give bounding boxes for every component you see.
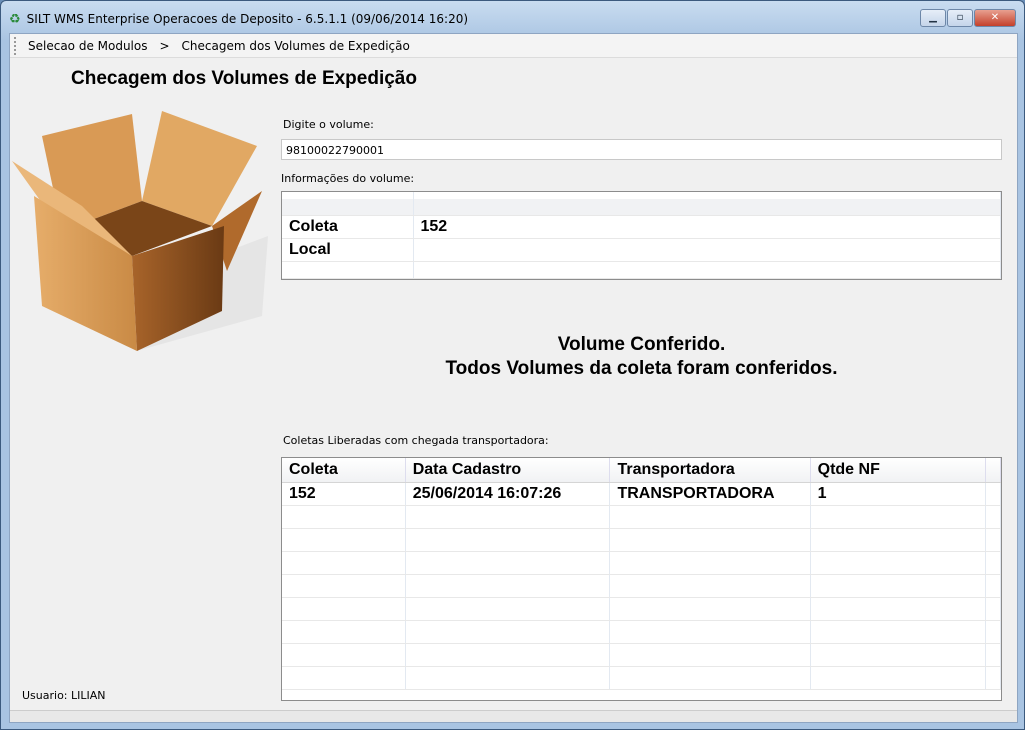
cell-transportadora: TRANSPORTADORA: [609, 482, 811, 506]
empty-row: [282, 528, 1001, 552]
empty-row: [282, 551, 1001, 575]
message-line-2: Todos Volumes da coleta foram conferidos…: [445, 358, 838, 379]
toolbar-grip[interactable]: [14, 37, 16, 55]
empty-row: [282, 620, 1001, 644]
empty-row: [282, 505, 1001, 529]
cell-data-cadastro: 25/06/2014 16:07:26: [405, 482, 611, 506]
info-key: Coleta: [282, 215, 414, 239]
info-value: 152: [413, 215, 1001, 239]
breadcrumb: Selecao de Modulos > Checagem dos Volume…: [10, 34, 1017, 58]
info-row-coleta[interactable]: Coleta 152: [282, 215, 1001, 239]
cell-qtde-nf: 1: [810, 482, 987, 506]
app-icon: ♻: [9, 11, 21, 27]
client-area: Selecao de Modulos > Checagem dos Volume…: [9, 33, 1018, 723]
column-header-transportadora[interactable]: Transportadora: [609, 458, 811, 483]
page-title: Checagem dos Volumes de Expedição: [71, 68, 417, 89]
breadcrumb-separator: >: [159, 38, 170, 53]
column-header-coleta[interactable]: Coleta: [282, 458, 406, 483]
app-window: ♻ SILT WMS Enterprise Operacoes de Depos…: [0, 0, 1025, 730]
volume-input[interactable]: 98100022790001: [281, 139, 1002, 160]
breadcrumb-item-modulos[interactable]: Selecao de Modulos: [28, 39, 147, 53]
info-grid[interactable]: Coleta 152 Local: [281, 191, 1002, 280]
empty-row: [282, 643, 1001, 667]
title-bar: ♻ SILT WMS Enterprise Operacoes de Depos…: [9, 7, 909, 31]
cell-coleta: 152: [282, 482, 406, 506]
coletas-grid[interactable]: Coleta Data Cadastro Transportadora Qtde…: [281, 457, 1002, 701]
message-line-1: Volume Conferido.: [557, 334, 726, 355]
maximize-button[interactable]: ▫: [947, 9, 973, 27]
empty-row: [282, 597, 1001, 621]
empty-row: [282, 666, 1001, 690]
table-row[interactable]: 152 25/06/2014 16:07:26 TRANSPORTADORA 1: [282, 482, 1001, 506]
empty-row: [282, 574, 1001, 598]
coletas-label: Coletas Liberadas com chegada transporta…: [283, 434, 549, 447]
horizontal-scrollbar[interactable]: [10, 710, 1017, 722]
breadcrumb-item-current: Checagem dos Volumes de Expedição: [181, 38, 410, 53]
info-key: Local: [282, 238, 414, 262]
box-icon: [12, 111, 268, 351]
minimize-button[interactable]: ▁: [920, 9, 946, 27]
column-header-data-cadastro[interactable]: Data Cadastro: [405, 458, 611, 483]
close-button[interactable]: ✕: [974, 9, 1016, 27]
user-label: Usuario: LILIAN: [22, 689, 106, 702]
info-value: [413, 238, 1001, 262]
window-title: SILT WMS Enterprise Operacoes de Deposit…: [26, 12, 469, 26]
info-row-local[interactable]: Local: [282, 238, 1001, 262]
info-label: Informações do volume:: [281, 172, 415, 185]
volume-label: Digite o volume:: [283, 118, 374, 131]
status-message: Volume Conferido. Todos Volumes da colet…: [281, 333, 1002, 381]
column-header-qtde-nf[interactable]: Qtde NF: [810, 458, 987, 483]
